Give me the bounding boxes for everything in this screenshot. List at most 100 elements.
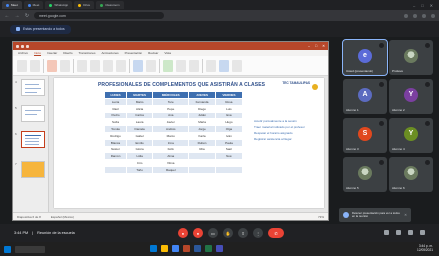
font-button[interactable] <box>77 59 87 72</box>
close-icon[interactable]: ✕ <box>430 3 433 8</box>
present-button[interactable]: ⇧ <box>238 228 248 238</box>
taskbar-apps <box>150 245 223 252</box>
participant-name: Alumno 6 <box>392 186 405 190</box>
browser-tab[interactable]: WhatsApp <box>45 1 73 9</box>
bold-button[interactable] <box>90 59 100 72</box>
ribbon-tab[interactable]: Transiciones <box>79 51 96 55</box>
undo-icon[interactable] <box>21 44 24 48</box>
minimize-icon[interactable]: – <box>308 44 310 48</box>
forward-icon[interactable]: → <box>14 13 20 19</box>
current-slide[interactable]: PROFESIONALES DE COMPLEMENTOS QUE ASISTI… <box>54 78 324 208</box>
ribbon-tab[interactable]: Vista <box>164 51 171 55</box>
ribbon-tab[interactable]: Revisar <box>148 51 158 55</box>
participant-tile[interactable]: e Usted (presentando) <box>342 39 388 76</box>
reload-icon[interactable]: ↻ <box>24 13 30 19</box>
participant-tile[interactable]: Alumno 6 <box>389 157 433 192</box>
windows-start-icon[interactable] <box>4 245 11 253</box>
excel-icon[interactable] <box>205 245 212 252</box>
table-cell: Emilio <box>126 138 154 147</box>
maximize-icon[interactable]: □ <box>315 44 317 48</box>
italic-button[interactable] <box>103 59 113 72</box>
participant-tile[interactable]: Y Alumno 2 <box>389 79 433 114</box>
language-indicator[interactable]: Español (México) <box>51 215 74 219</box>
close-icon[interactable]: ✕ <box>404 213 407 217</box>
table-cell: Noé <box>214 152 244 161</box>
file-explorer-icon[interactable] <box>161 245 168 252</box>
presenting-banner[interactable]: Estás presentando a todos <box>10 24 71 34</box>
raise-hand-button[interactable]: ✋ <box>223 228 233 238</box>
slide-thumbnail[interactable] <box>21 79 45 96</box>
edge-icon[interactable] <box>150 245 157 252</box>
underline-button[interactable] <box>116 59 126 72</box>
participant-tile[interactable]: S Alumno 3 <box>343 118 387 153</box>
table-cell: Luis <box>214 104 244 113</box>
info-icon[interactable] <box>384 230 389 235</box>
participant-tile[interactable]: Profesor <box>389 40 433 75</box>
word-icon[interactable] <box>194 245 201 252</box>
chrome-icon[interactable] <box>172 245 179 252</box>
new-slide-button[interactable] <box>47 59 57 72</box>
ribbon-tab[interactable]: Archivo <box>18 51 28 55</box>
browser-tab[interactable]: Classroom <box>96 1 124 9</box>
activities-icon[interactable] <box>420 230 425 235</box>
browser-tab[interactable]: Drive <box>74 1 95 9</box>
more-options-button[interactable]: ⋮ <box>253 228 263 238</box>
teams-icon[interactable] <box>216 245 223 252</box>
browser-tab[interactable]: Meet <box>2 1 22 9</box>
chat-icon[interactable] <box>408 230 413 235</box>
save-icon[interactable] <box>16 44 19 48</box>
ribbon-tab[interactable]: Presentación <box>125 51 143 55</box>
extension-icon[interactable] <box>413 13 417 18</box>
paste-button[interactable] <box>17 59 27 72</box>
ribbon-tab[interactable]: Diseño <box>63 51 72 55</box>
url-field[interactable]: meet.google.com <box>34 12 164 19</box>
participant-name: Alumno 1 <box>346 108 359 112</box>
quick-styles-button[interactable] <box>189 59 199 72</box>
captions-button[interactable]: ▭ <box>208 228 218 238</box>
slide-thumbnail-selected[interactable] <box>21 131 45 148</box>
system-clock[interactable]: 3:44 p. m. 12/05/2021 <box>417 244 433 252</box>
table-cell <box>188 159 216 167</box>
find-button[interactable] <box>206 59 216 72</box>
powerpoint-icon[interactable] <box>183 245 190 252</box>
ribbon-tab[interactable]: Animaciones <box>101 51 118 55</box>
table-cell: Jorge <box>188 125 216 133</box>
slide-thumbnail[interactable] <box>21 105 45 122</box>
browser-tab[interactable]: Meet <box>23 1 44 9</box>
notification-toast[interactable]: Detener presentación para ver a todos en… <box>339 208 411 222</box>
maximize-icon[interactable]: □ <box>421 3 423 8</box>
menu-icon[interactable] <box>431 13 435 18</box>
mic-off-button[interactable]: ● <box>178 228 188 238</box>
designer-button[interactable] <box>232 59 242 72</box>
back-icon[interactable]: ← <box>4 13 10 19</box>
meeting-time: 3:44 PM <box>14 231 29 235</box>
ribbon-tab[interactable]: Inicio <box>34 51 42 56</box>
tab-favicon-icon <box>6 3 9 7</box>
cut-button[interactable] <box>30 59 40 72</box>
redo-icon[interactable] <box>26 44 29 48</box>
search-box[interactable] <box>15 245 45 253</box>
thumb-line <box>25 114 37 115</box>
arrange-button[interactable] <box>176 59 186 72</box>
profile-icon[interactable] <box>422 13 426 18</box>
zoom-level[interactable]: 73% <box>318 215 328 219</box>
participant-tile[interactable]: A Alumno 1 <box>343 79 387 114</box>
extension-icon[interactable] <box>404 13 408 18</box>
table-cell: Gloria <box>126 145 154 154</box>
minimize-icon[interactable]: – <box>413 3 415 8</box>
participant-tile[interactable]: Alumno 5 <box>343 157 387 192</box>
meeting-name: Reunión de la escuela <box>37 231 75 235</box>
dictate-button[interactable] <box>219 59 229 72</box>
ribbon-tab[interactable]: Insertar <box>47 51 57 55</box>
close-icon[interactable]: ✕ <box>322 44 325 48</box>
end-call-button[interactable]: ✆ <box>268 228 284 238</box>
shapes-button[interactable] <box>163 59 173 72</box>
participant-tile[interactable]: Y Alumno 4 <box>389 118 433 153</box>
layout-button[interactable] <box>60 59 70 72</box>
align-button[interactable] <box>133 59 143 72</box>
bullets-button[interactable] <box>146 59 156 72</box>
people-icon[interactable] <box>396 230 401 235</box>
slide-thumbnail[interactable] <box>21 161 45 178</box>
camera-off-button[interactable]: ● <box>193 228 203 238</box>
slide-number: 7 <box>15 162 17 166</box>
